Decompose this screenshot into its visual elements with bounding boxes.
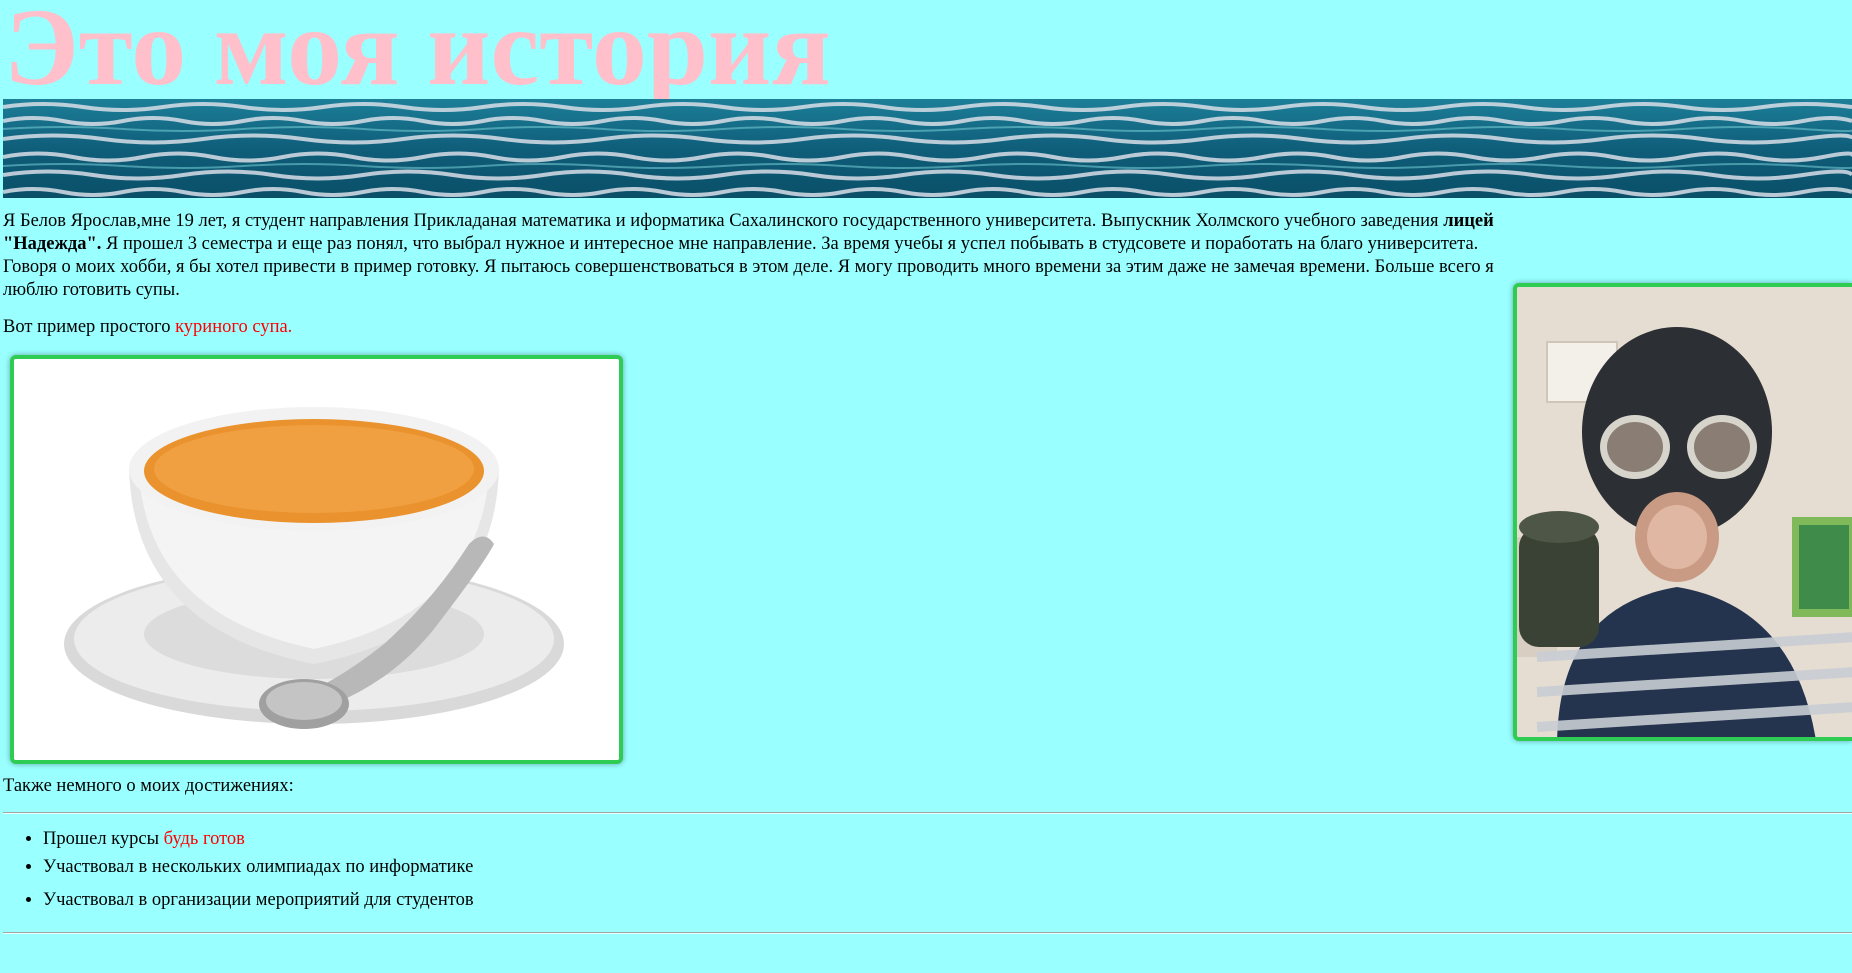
list-item: Участвовал в нескольких олимпиадах по ин… (43, 856, 474, 889)
list-item: Прошел курсы будь готов (43, 828, 474, 856)
soup-example-line: Вот пример простого куриного супа. (3, 316, 292, 339)
be-ready-course-link[interactable]: будь готов (164, 829, 245, 849)
list-item: Участвовал в организации мероприятий для… (43, 889, 474, 912)
intro-paragraph: Я Белов Ярослав,мне 19 лет, я студент на… (3, 210, 1498, 302)
chicken-soup-link[interactable]: куриного супа. (175, 317, 292, 337)
page-title: Это моя история (4, 0, 831, 108)
soup-image (10, 355, 623, 764)
divider-top (3, 812, 1852, 814)
achievements-heading: Также немного о моих достижениях: (3, 776, 294, 796)
achievement-text: Прошел курсы (43, 829, 164, 849)
achievement-text: Участвовал в нескольких олимпиадах по ин… (43, 857, 474, 877)
intro-text-start: Я Белов Ярослав,мне 19 лет, я студент на… (3, 211, 1444, 231)
soup-example-text: Вот пример простого (3, 317, 176, 337)
intro-text-end: Я прошел 3 семестра и еще раз понял, что… (3, 234, 1494, 300)
water-banner-image (3, 99, 1852, 198)
portrait-photo (1513, 283, 1852, 741)
achievement-text: Участвовал в организации мероприятий для… (43, 890, 474, 910)
achievements-list: Прошел курсы будь готов Участвовал в нес… (3, 828, 474, 912)
divider-bottom (3, 932, 1852, 934)
